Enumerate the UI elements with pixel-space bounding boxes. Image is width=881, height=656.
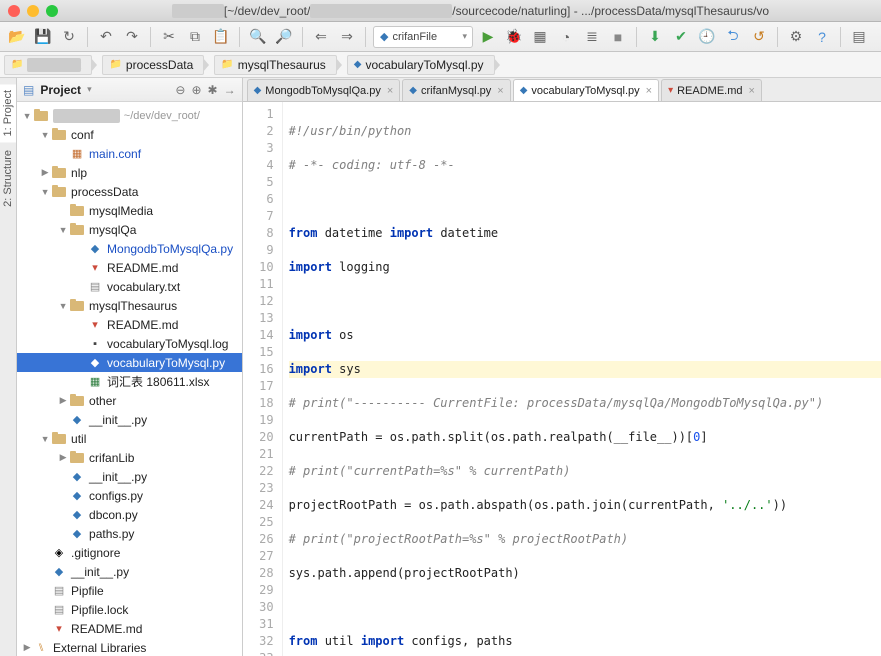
collapse-all-icon[interactable]: ⊖: [175, 83, 185, 97]
settings-icon[interactable]: ✱: [208, 83, 218, 97]
breadcrumb-processdata[interactable]: 📁processData: [102, 55, 204, 75]
rail-tab-structure[interactable]: 2: Structure: [0, 144, 16, 213]
undo-icon[interactable]: ↶: [95, 26, 117, 48]
profile-icon[interactable]: ◔: [555, 26, 577, 48]
maximize-window-button[interactable]: [46, 5, 58, 17]
traffic-lights: [8, 5, 58, 17]
stop-icon[interactable]: ■: [607, 26, 629, 48]
vcs-push-icon[interactable]: ⮌: [722, 26, 744, 48]
tab-crifanmysql[interactable]: ◆crifanMysql.py×: [402, 79, 510, 101]
tree-folder-processdata[interactable]: ▼processData: [17, 182, 242, 201]
tree-file-vocab-txt[interactable]: ·▤vocabulary.txt: [17, 277, 242, 296]
tree-file-pipfile[interactable]: ·▤Pipfile: [17, 581, 242, 600]
vcs-history-icon[interactable]: 🕘: [696, 26, 718, 48]
vcs-commit-icon[interactable]: ✔: [670, 26, 692, 48]
tree-file-vocab-py[interactable]: ·◆vocabularyToMysql.py: [17, 353, 242, 372]
tree-external-libraries[interactable]: ▶⑊External Libraries: [17, 638, 242, 656]
tree-file-vocab-log[interactable]: ·▪vocabularyToMysql.log: [17, 334, 242, 353]
breadcrumb-label: vocabularyToMysql.py: [365, 58, 483, 72]
close-window-button[interactable]: [8, 5, 20, 17]
tab-mongodb[interactable]: ◆MongodbToMysqlQa.py×: [247, 79, 401, 101]
minimize-window-button[interactable]: [27, 5, 39, 17]
breadcrumb-label: processData: [126, 58, 193, 72]
copy-icon[interactable]: ⧉: [184, 26, 206, 48]
line-gutter: 1234567891011121314151617181920212223242…: [243, 102, 283, 656]
breadcrumb: 📁xxxxxxxxx 📁processData 📁mysqlThesaurus …: [0, 52, 881, 78]
close-icon[interactable]: ×: [387, 85, 393, 97]
window-title: xxxxxxxx[~/dev/dev_root/xxxxxxxxxxxxxxxx…: [68, 4, 873, 18]
tree-file-readme1[interactable]: ·▾README.md: [17, 258, 242, 277]
project-tree[interactable]: ▼xxxxxxxxxx~/dev/dev_root/ ▼conf ·▦main.…: [17, 102, 242, 656]
tree-file-readme3[interactable]: ·▾README.md: [17, 619, 242, 638]
tree-file-init2[interactable]: ·◆__init__.py: [17, 467, 242, 486]
tree-file-init1[interactable]: ·◆__init__.py: [17, 410, 242, 429]
redo-icon[interactable]: ↷: [121, 26, 143, 48]
breadcrumb-file[interactable]: ◆vocabularyToMysql.py: [347, 55, 495, 75]
scroll-from-source-icon[interactable]: ⊕: [191, 83, 201, 97]
hide-icon[interactable]: →: [224, 83, 236, 97]
breadcrumb-label: mysqlThesaurus: [238, 58, 326, 72]
concurrency-icon[interactable]: ≣: [581, 26, 603, 48]
close-icon[interactable]: ×: [646, 85, 652, 97]
tree-folder-util[interactable]: ▼util: [17, 429, 242, 448]
breadcrumb-root[interactable]: 📁xxxxxxxxx: [4, 55, 92, 75]
tree-folder-crifanlib[interactable]: ▶crifanLib: [17, 448, 242, 467]
find-icon[interactable]: 🔍: [247, 26, 269, 48]
tree-folder-nlp[interactable]: ▶nlp: [17, 163, 242, 182]
vcs-update-icon[interactable]: ⬇: [644, 26, 666, 48]
forward-icon[interactable]: ⇒: [336, 26, 358, 48]
tree-file-main-conf[interactable]: ·▦main.conf: [17, 144, 242, 163]
open-icon[interactable]: 📂: [6, 26, 28, 48]
sync-icon[interactable]: ↻: [58, 26, 80, 48]
debug-icon[interactable]: 🐞: [503, 26, 525, 48]
tree-file-paths[interactable]: ·◆paths.py: [17, 524, 242, 543]
run-config-combo[interactable]: ◆crifanFile: [373, 26, 473, 48]
main-toolbar: 📂 💾 ↻ ↶ ↷ ✂ ⧉ 📋 🔍 🔎 ⇐ ⇒ ◆crifanFile ▶ 🐞 …: [0, 22, 881, 52]
tree-folder-other[interactable]: ▶other: [17, 391, 242, 410]
code-editor[interactable]: 1234567891011121314151617181920212223242…: [243, 102, 881, 656]
tree-file-readme2[interactable]: ·▾README.md: [17, 315, 242, 334]
tree-file-init3[interactable]: ·◆__init__.py: [17, 562, 242, 581]
close-icon[interactable]: ×: [497, 85, 503, 97]
tab-vocabulary[interactable]: ◆vocabularyToMysql.py×: [513, 79, 659, 101]
tree-folder-mysqlthesaurus[interactable]: ▼mysqlThesaurus: [17, 296, 242, 315]
editor-area: ◆MongodbToMysqlQa.py× ◆crifanMysql.py× ◆…: [243, 78, 881, 656]
tab-readme[interactable]: ▾README.md×: [661, 79, 762, 101]
tree-file-xlsx[interactable]: ·▦词汇表 180611.xlsx: [17, 372, 242, 391]
vcs-revert-icon[interactable]: ↺: [748, 26, 770, 48]
tree-file-mongodb-py[interactable]: ·◆MongodbToMysqlQa.py: [17, 239, 242, 258]
tree-folder-mysqlmedia[interactable]: ·mysqlMedia: [17, 201, 242, 220]
rail-tab-project[interactable]: 1: Project: [0, 84, 16, 142]
tree-root[interactable]: ▼xxxxxxxxxx~/dev/dev_root/: [17, 106, 242, 125]
help-icon[interactable]: ?: [811, 26, 833, 48]
project-panel: ▤ Project ▾ ⊖ ⊕ ✱ → ▼xxxxxxxxxx~/dev/dev…: [17, 78, 243, 656]
tree-file-pipfile-lock[interactable]: ·▤Pipfile.lock: [17, 600, 242, 619]
editor-tabs: ◆MongodbToMysqlQa.py× ◆crifanMysql.py× ◆…: [243, 78, 881, 102]
tree-file-dbcon[interactable]: ·◆dbcon.py: [17, 505, 242, 524]
tree-folder-conf[interactable]: ▼conf: [17, 125, 242, 144]
structure-icon[interactable]: ▤: [848, 26, 870, 48]
replace-icon[interactable]: 🔎: [273, 26, 295, 48]
back-icon[interactable]: ⇐: [310, 26, 332, 48]
tree-folder-mysqlqa[interactable]: ▼mysqlQa: [17, 220, 242, 239]
close-icon[interactable]: ×: [749, 85, 755, 97]
left-tool-rail: 1: Project 2: Structure: [0, 78, 17, 656]
project-panel-title: Project: [40, 83, 81, 97]
run-icon[interactable]: ▶: [477, 26, 499, 48]
project-panel-header: ▤ Project ▾ ⊖ ⊕ ✱ →: [17, 78, 242, 102]
window-titlebar: xxxxxxxx[~/dev/dev_root/xxxxxxxxxxxxxxxx…: [0, 0, 881, 22]
settings-icon[interactable]: ⚙: [785, 26, 807, 48]
cut-icon[interactable]: ✂: [158, 26, 180, 48]
coverage-icon[interactable]: ▦: [529, 26, 551, 48]
tree-file-configs[interactable]: ·◆configs.py: [17, 486, 242, 505]
tree-file-gitignore[interactable]: ·◈.gitignore: [17, 543, 242, 562]
breadcrumb-mysqlthesaurus[interactable]: 📁mysqlThesaurus: [214, 55, 336, 75]
save-all-icon[interactable]: 💾: [32, 26, 54, 48]
paste-icon[interactable]: 📋: [210, 26, 232, 48]
code-content[interactable]: #!/usr/bin/python # -*- coding: utf-8 -*…: [283, 102, 881, 656]
